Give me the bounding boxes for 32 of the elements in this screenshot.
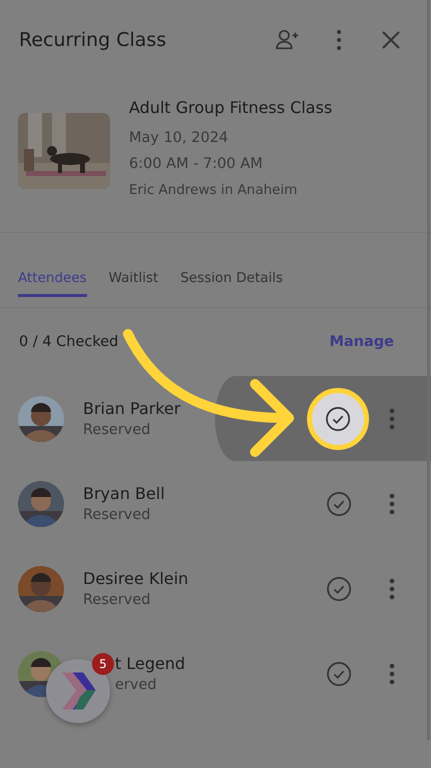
more-icon[interactable] [388, 662, 396, 686]
attendee-name: Bryan Bell [83, 484, 166, 503]
attendee-name: t Legend [115, 654, 186, 673]
panel-title: Recurring Class [19, 29, 166, 51]
check-in-button[interactable] [325, 490, 353, 518]
notification-badge: 5 [92, 653, 114, 675]
tab[interactable]: Attendees [18, 233, 87, 297]
class-name: Adult Group Fitness Class [129, 98, 332, 117]
attendee-name: Brian Parker [83, 399, 182, 418]
tab[interactable]: Session Details [180, 233, 283, 297]
class-time: 6:00 AM - 7:00 AM [129, 155, 264, 174]
tab[interactable]: Waitlist [108, 233, 158, 297]
checked-count: 0 / 4 Checked [19, 334, 118, 350]
attendee-name: Desiree Klein [83, 569, 190, 588]
check-circle-icon [325, 406, 351, 432]
launcher-button[interactable] [46, 659, 110, 723]
class-date: May 10, 2024 [129, 129, 230, 148]
manage-link[interactable]: Manage [329, 334, 394, 350]
add-person-icon[interactable] [275, 28, 299, 52]
attendee-status: erved [115, 677, 158, 693]
attendee-status: Reserved [83, 592, 152, 608]
attendee-status: Reserved [83, 507, 152, 523]
instructor-location: Eric Andrews in Anaheim [129, 181, 298, 200]
more-icon[interactable] [388, 492, 396, 516]
more-icon[interactable] [388, 576, 396, 600]
check-in-button[interactable] [325, 660, 353, 688]
check-circle-icon [326, 490, 352, 516]
check-circle-icon [326, 576, 352, 602]
more-icon[interactable] [388, 406, 396, 430]
attendee-status: Reserved [83, 422, 152, 438]
check-in-button[interactable] [325, 574, 353, 602]
check-circle-icon [326, 660, 352, 686]
